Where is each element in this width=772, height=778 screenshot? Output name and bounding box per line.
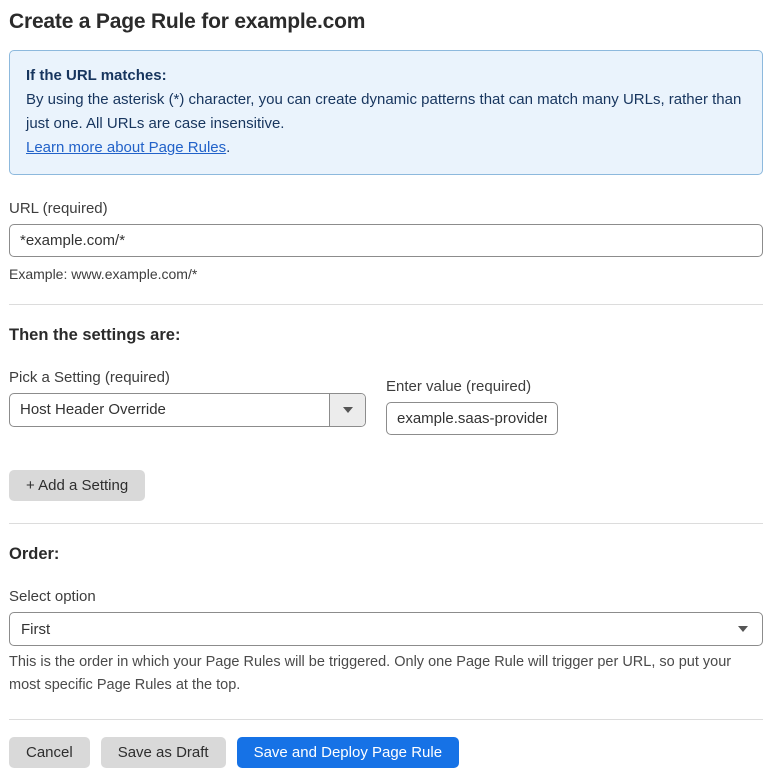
setting-picker-label: Pick a Setting (required) xyxy=(9,369,170,386)
info-box-heading: If the URL matches: xyxy=(26,67,167,84)
setting-value-group: Enter value (required) xyxy=(386,378,558,435)
setting-picker-value: Host Header Override xyxy=(20,401,166,418)
chevron-down-icon xyxy=(738,626,748,632)
order-help-text: This is the order in which your Page Rul… xyxy=(9,654,732,693)
footer-actions: Cancel Save as Draft Save and Deploy Pag… xyxy=(9,737,763,768)
info-box-body: By using the asterisk (*) character, you… xyxy=(26,91,742,132)
divider xyxy=(9,523,763,524)
setting-picker-dropdown-button[interactable] xyxy=(329,394,365,426)
settings-heading: Then the settings are: xyxy=(9,326,181,344)
chevron-down-icon xyxy=(342,407,353,413)
url-section: URL (required) Example: www.example.com/… xyxy=(9,200,763,282)
setting-row: Pick a Setting (required) Host Header Ov… xyxy=(9,369,763,435)
url-label: URL (required) xyxy=(9,200,108,217)
save-and-deploy-button[interactable]: Save and Deploy Page Rule xyxy=(236,737,460,768)
info-box-link-line: Learn more about Page Rules. xyxy=(26,136,746,160)
url-input[interactable] xyxy=(9,224,763,257)
page-title: Create a Page Rule for example.com xyxy=(9,10,366,33)
setting-picker-select[interactable]: Host Header Override xyxy=(9,393,366,427)
setting-picker-group: Pick a Setting (required) Host Header Ov… xyxy=(9,369,366,435)
order-heading: Order: xyxy=(9,545,60,563)
page-rule-form: Create a Page Rule for example.com If th… xyxy=(0,0,772,778)
divider xyxy=(9,304,763,305)
add-setting-button[interactable]: + Add a Setting xyxy=(9,470,146,501)
cancel-button[interactable]: Cancel xyxy=(9,737,90,768)
setting-value-input[interactable] xyxy=(386,402,558,435)
setting-value-label: Enter value (required) xyxy=(386,378,532,395)
learn-more-link[interactable]: Learn more about Page Rules xyxy=(26,139,226,156)
save-as-draft-button[interactable]: Save as Draft xyxy=(100,737,226,768)
url-example-hint: Example: www.example.com/* xyxy=(9,266,198,282)
url-match-info-box: If the URL matches: By using the asteris… xyxy=(9,50,763,175)
order-select[interactable]: First xyxy=(9,612,763,646)
divider xyxy=(9,719,763,720)
order-select-label: Select option xyxy=(9,588,96,605)
link-period: . xyxy=(226,139,231,156)
order-select-value: First xyxy=(21,620,51,638)
